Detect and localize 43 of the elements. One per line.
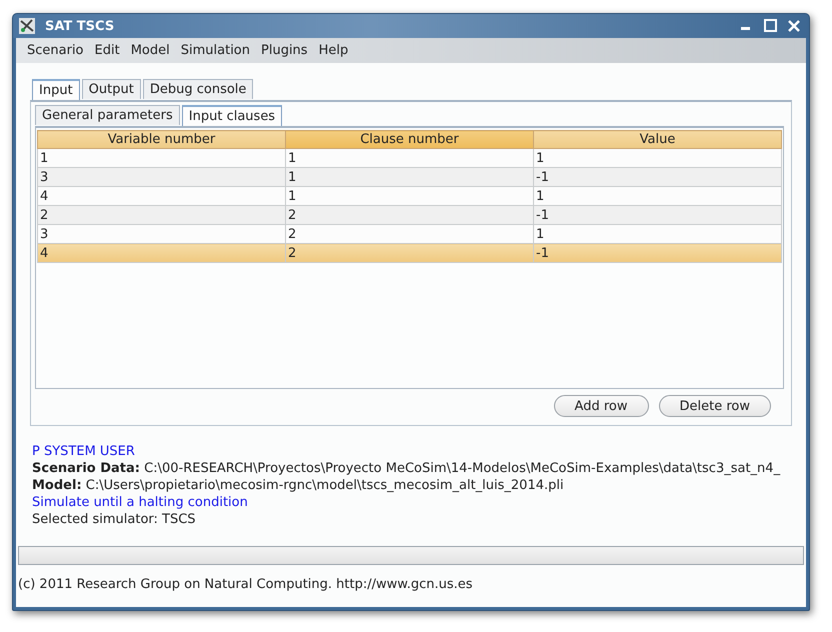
table-cell: 4 [38,186,286,206]
window-title: SAT TSCS [45,18,116,34]
table-cell: 1 [286,148,534,168]
status-text: (c) 2011 Research Group on Natural Computing. http://www.gcn.us.es [17,576,474,592]
action-button[interactable]: Add row [554,395,648,417]
column-header[interactable]: Clause number [286,130,534,148]
table-cell: 3 [38,224,286,244]
column-header[interactable]: Value [534,130,782,148]
tab[interactable]: Input [32,79,80,100]
app-icon [19,18,35,34]
table-cell: -1 [534,244,782,262]
menu-item[interactable]: Edit [90,43,126,58]
column-header[interactable]: Variable number [38,130,286,148]
table-cell: 1 [534,224,782,244]
table-cell: 2 [286,206,534,224]
menu-item[interactable]: Help [314,43,354,58]
log-line: Scenario Data: C:\00-RESEARCH\Proyectos\Proyecto MeCoSim\14-Modelos\MeCoSim-Examples\data\tsc3_sat_n4_ [32,461,782,478]
tab[interactable]: Output [82,79,141,99]
log-line: Simulate until a halting condition [32,495,249,512]
table-cell: -1 [534,206,782,224]
tab[interactable]: Input clauses [182,105,282,126]
tab[interactable]: General parameters [35,105,180,125]
menu-item[interactable]: Simulation [176,43,256,58]
tab[interactable]: Debug console [142,79,254,99]
menu-item[interactable]: Model [126,43,176,58]
maximize-icon[interactable] [761,17,779,35]
log-line: P SYSTEM USER [32,444,136,461]
table-cell: 3 [38,168,286,186]
log-line: Selected simulator: TSCS [32,512,197,529]
menu-item[interactable]: Scenario [22,43,90,58]
table-cell: 1 [286,186,534,206]
table-cell: -1 [534,168,782,186]
table-cell: 2 [38,206,286,224]
table-cell: 1 [286,168,534,186]
table-cell: 1 [534,186,782,206]
action-button[interactable]: Delete row [658,395,771,417]
menu-item[interactable]: Plugins [256,43,314,58]
table-cell: 1 [38,148,286,168]
table-cell: 4 [38,244,286,262]
table-cell: 2 [286,224,534,244]
table-cell: 2 [286,244,534,262]
log-line: Model: C:\Users\propietario\mecosim-rgnc\model\tscs_mecosim_alt_luis_2014.pli [32,478,565,495]
table-cell: 1 [534,148,782,168]
